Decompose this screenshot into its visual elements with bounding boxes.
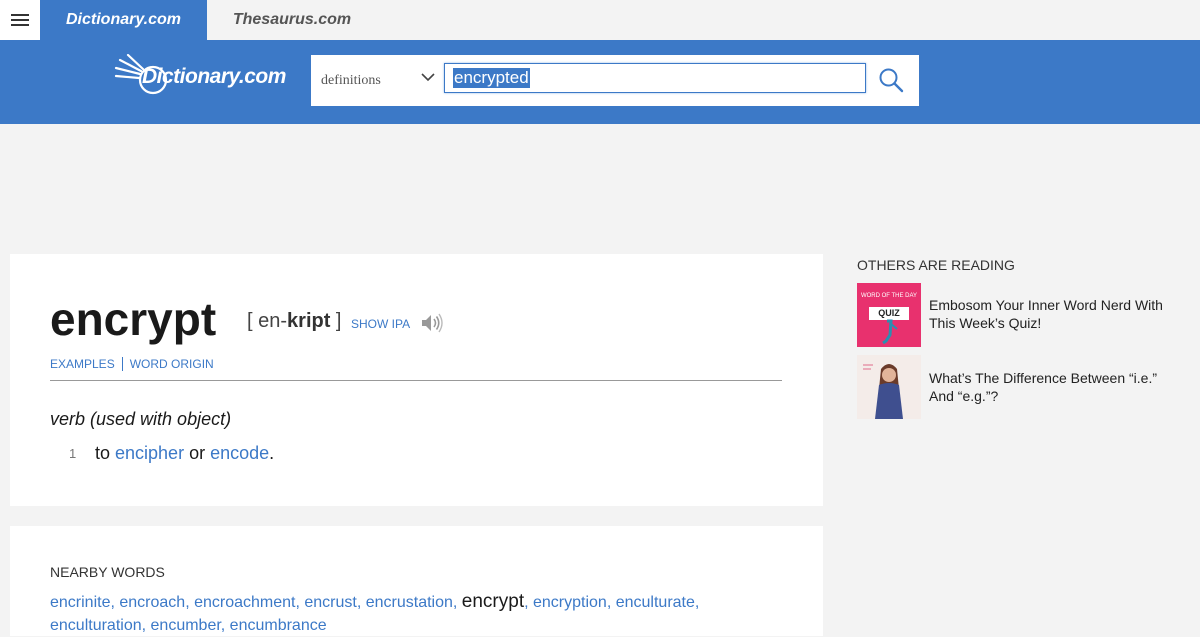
tab-dictionary[interactable]: Dictionary.com (40, 0, 207, 40)
definition-number: 1 (69, 446, 77, 461)
pronunciation: [ en-kript ] (247, 310, 342, 333)
separator: , (185, 594, 195, 611)
definition-link-encipher[interactable]: encipher (115, 443, 184, 463)
definition-text: to encipher or encode. (95, 443, 274, 464)
search-bar: definitions encrypted (311, 55, 919, 106)
speaker-icon (422, 313, 443, 333)
search-mode-select[interactable]: definitions (311, 55, 441, 106)
nearby-word[interactable]: encumbrance (230, 617, 327, 634)
definition-middle: or (184, 443, 211, 463)
quiz-thumbnail: WORD OF THE DAY QUIZ (857, 283, 921, 347)
nearby-word[interactable]: encrustation (366, 594, 453, 611)
definition-suffix: . (269, 443, 275, 463)
reading-item-title: Embosom Your Inner Word Nerd With This W… (929, 297, 1163, 331)
word-origin-link[interactable]: WORD ORIGIN (130, 357, 214, 371)
separator: , (356, 594, 366, 611)
ad-space (0, 124, 1200, 254)
nearby-word[interactable]: encroach (119, 594, 185, 611)
audio-button[interactable] (420, 312, 444, 339)
separator: , (141, 617, 151, 634)
reading-item-title: What’s The Difference Between “i.e.” And… (929, 370, 1157, 404)
reading-item-ie-eg[interactable]: What’s The Difference Between “i.e.” And… (857, 355, 1177, 419)
logo-text: Dictionary.com (142, 65, 286, 88)
separator: , (452, 594, 462, 611)
entry-sublinks: EXAMPLES WORD ORIGIN (50, 357, 214, 371)
quiz-figure-icon (882, 319, 898, 345)
ie-eg-thumbnail (857, 355, 921, 419)
nearby-word[interactable]: encrinite (50, 594, 110, 611)
separator: , (694, 594, 700, 611)
definition-link-encode[interactable]: encode (210, 443, 269, 463)
nearby-word[interactable]: encrust (304, 594, 356, 611)
reading-item-quiz[interactable]: WORD OF THE DAY QUIZ Embosom Your Inner … (857, 283, 1177, 347)
separator: , (606, 594, 616, 611)
site-header: Dictionary.com definitions encrypted (0, 40, 1200, 124)
part-of-speech: verb (used with object) (50, 409, 232, 429)
headword: encrypt (50, 293, 217, 345)
nearby-words-title: NEARBY WORDS (50, 564, 165, 580)
nearby-word[interactable]: encryption (533, 594, 607, 611)
examples-link[interactable]: EXAMPLES (50, 357, 115, 371)
pronunciation-open: [ en- (247, 310, 288, 332)
search-input[interactable]: encrypted (444, 63, 866, 93)
tab-thesaurus[interactable]: Thesaurus.com (207, 0, 377, 40)
pronunciation-close: ] (330, 310, 342, 332)
chevron-down-icon (421, 73, 435, 82)
definition-prefix: to (95, 443, 116, 463)
search-button[interactable] (874, 64, 908, 96)
separator: , (220, 617, 230, 634)
nearby-words-card: NEARBY WORDS encrinite, encroach, encroa… (10, 526, 823, 636)
entry-card: encrypt [ en-kript ] SHOW IPA EXAMPLES W… (10, 254, 823, 506)
site-logo[interactable]: Dictionary.com (114, 54, 294, 98)
person-photo-icon (863, 364, 903, 419)
others-reading-title: OTHERS ARE READING (857, 257, 1015, 273)
nearby-word[interactable]: encumber (151, 617, 221, 634)
show-ipa-link[interactable]: SHOW IPA (351, 317, 410, 331)
search-input-value: encrypted (453, 68, 530, 88)
nearby-word[interactable]: enculturate (616, 594, 695, 611)
sublink-divider (121, 357, 123, 371)
separator: , (524, 594, 533, 611)
menu-icon[interactable] (0, 0, 40, 40)
nearby-word[interactable]: encroachment (194, 594, 295, 611)
top-bar: Dictionary.com Thesaurus.com (0, 0, 1200, 40)
search-mode-value: definitions (321, 72, 381, 88)
pronunciation-stressed: kript (287, 310, 331, 332)
nearby-word[interactable]: enculturation (50, 617, 142, 634)
search-icon (879, 68, 904, 93)
nearby-word: encrypt (461, 591, 525, 612)
divider (50, 380, 782, 381)
